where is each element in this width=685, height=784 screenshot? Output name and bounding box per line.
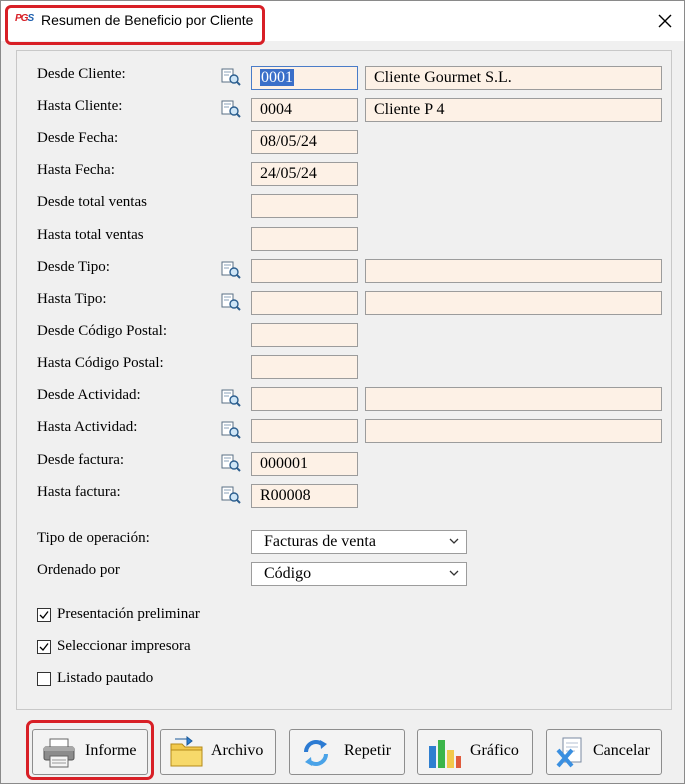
desde-fecha-input[interactable]: 08/05/24 [251,130,358,154]
seleccionar-impresora-checkbox[interactable] [37,640,51,654]
hasta-fecha-label: Hasta Fecha: [37,162,115,178]
ordenado-por-value: Código [264,565,312,582]
cancel-icon [556,737,582,768]
desde-total-ventas-label: Desde total ventas [37,194,147,210]
hasta-factura-lookup-icon[interactable] [221,486,241,504]
dialog-window: PGS Resumen de Beneficio por Cliente Des… [0,0,685,784]
ordenado-por-select[interactable]: Código [251,562,467,586]
chevron-down-icon [449,538,459,544]
listado-pautado-label: Listado pautado [57,670,154,686]
desde-actividad-label: Desde Actividad: [37,387,141,403]
seleccionar-impresora-label: Seleccionar impresora [57,638,191,654]
desde-cliente-code-input[interactable]: 0001 [251,66,358,90]
folder-icon [170,736,203,767]
desde-factura-lookup-icon[interactable] [221,454,241,472]
hasta-total-ventas-input[interactable] [251,227,358,251]
cancelar-button[interactable]: Cancelar [546,729,662,775]
title-highlight-box [5,5,265,45]
desde-tipo-code-input[interactable] [251,259,358,283]
desde-actividad-lookup-icon[interactable] [221,389,241,407]
informe-label: Informe [85,742,137,759]
hasta-actividad-name-field [365,419,662,443]
hasta-tipo-lookup-icon[interactable] [221,293,241,311]
desde-tipo-name-field [365,259,662,283]
repetir-label: Repetir [344,742,392,759]
hasta-cliente-lookup-icon[interactable] [221,100,241,118]
hasta-total-ventas-label: Hasta total ventas [37,227,144,243]
hasta-factura-input[interactable]: R00008 [251,484,358,508]
close-icon [658,14,672,28]
hasta-factura-label: Hasta factura: [37,484,121,500]
title-bar: PGS Resumen de Beneficio por Cliente [1,1,684,45]
archivo-button[interactable]: Archivo [160,729,276,775]
hasta-codigo-postal-input[interactable] [251,355,358,379]
hasta-actividad-code-input[interactable] [251,419,358,443]
desde-tipo-label: Desde Tipo: [37,259,110,275]
hasta-tipo-label: Hasta Tipo: [37,291,107,307]
repetir-button[interactable]: Repetir [289,729,405,775]
hasta-tipo-name-field [365,291,662,315]
tipo-operacion-select[interactable]: Facturas de venta [251,530,467,554]
hasta-cliente-label: Hasta Cliente: [37,98,123,114]
hasta-actividad-lookup-icon[interactable] [221,421,241,439]
hasta-codigo-postal-label: Hasta Código Postal: [37,355,164,371]
desde-actividad-name-field [365,387,662,411]
tipo-operacion-value: Facturas de venta [264,533,376,550]
bar-chart-icon [429,740,461,768]
refresh-icon [304,740,328,766]
hasta-actividad-label: Hasta Actividad: [37,419,138,435]
desde-cliente-name-field: Cliente Gourmet S.L. [365,66,662,90]
presentacion-preliminar-checkbox[interactable] [37,608,51,622]
hasta-tipo-code-input[interactable] [251,291,358,315]
desde-factura-input[interactable]: 000001 [251,452,358,476]
tipo-operacion-label: Tipo de operación: [37,530,150,546]
hasta-cliente-code-input[interactable]: 0004 [251,98,358,122]
desde-cliente-label: Desde Cliente: [37,66,126,82]
checkmark-icon [39,643,49,651]
listado-pautado-checkbox[interactable] [37,672,51,686]
close-button[interactable] [651,7,679,35]
chevron-down-icon [449,570,459,576]
desde-actividad-code-input[interactable] [251,387,358,411]
printer-icon [43,738,75,768]
informe-button[interactable]: Informe [32,729,148,775]
grafico-label: Gráfico [470,742,519,759]
presentacion-preliminar-label: Presentación preliminar [57,606,200,622]
desde-tipo-lookup-icon[interactable] [221,261,241,279]
ordenado-por-label: Ordenado por [37,562,120,578]
desde-factura-label: Desde factura: [37,452,125,468]
hasta-cliente-name-field: Cliente P 4 [365,98,662,122]
archivo-label: Archivo [211,742,264,759]
checkmark-icon [39,611,49,619]
desde-total-ventas-input[interactable] [251,194,358,218]
hasta-fecha-input[interactable]: 24/05/24 [251,162,358,186]
cancelar-label: Cancelar [593,742,650,759]
desde-cliente-lookup-icon[interactable] [221,68,241,86]
desde-codigo-postal-label: Desde Código Postal: [37,323,167,339]
grafico-button[interactable]: Gráfico [417,729,533,775]
desde-fecha-label: Desde Fecha: [37,130,119,146]
desde-codigo-postal-input[interactable] [251,323,358,347]
